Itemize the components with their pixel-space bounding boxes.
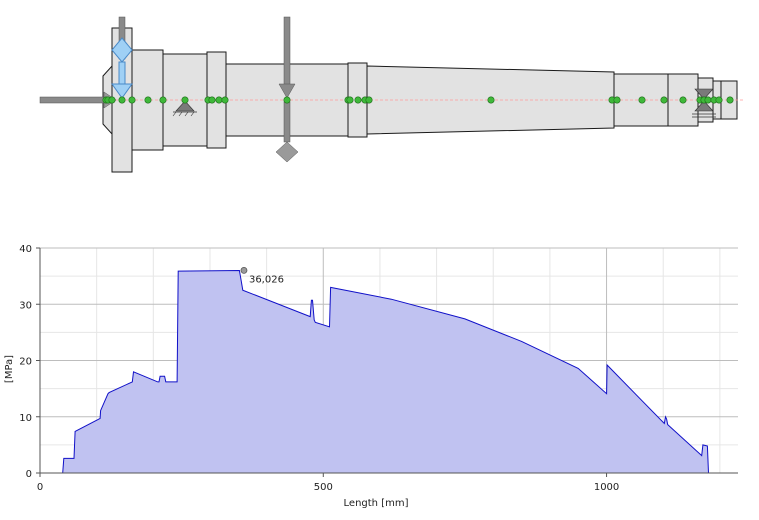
x-axis-label: Length [mm] <box>344 498 409 509</box>
stress-chart: 0 500 1000 0 10 20 30 40 36,026 Length [mm] [MP… <box>4 244 738 509</box>
shaft-node <box>208 96 216 104</box>
shaft-node <box>144 96 152 104</box>
shaft-node <box>638 96 646 104</box>
y-tick-label: 40 <box>19 244 32 255</box>
shaft-node <box>660 96 668 104</box>
shaft-node <box>704 96 712 104</box>
shaft-node <box>181 96 189 104</box>
shaft-node <box>215 96 223 104</box>
y-tick-label: 10 <box>19 413 32 424</box>
y-tick-label: 0 <box>26 469 32 480</box>
shaft-node <box>365 96 373 104</box>
shaft-node <box>726 96 734 104</box>
y-tick-label: 20 <box>19 357 32 368</box>
x-tick-label: 500 <box>314 482 333 493</box>
shaft-node <box>159 96 167 104</box>
stress-area-fill <box>62 270 709 473</box>
shaft-node <box>108 96 116 104</box>
x-tick-label: 1000 <box>594 482 619 493</box>
shaft-model-view[interactable] <box>0 0 759 200</box>
shaft-node <box>221 96 229 104</box>
shaft-node <box>613 96 621 104</box>
y-axis-label: [MPa] <box>4 355 15 383</box>
max-point-dot <box>240 266 248 274</box>
shaft-node <box>487 96 495 104</box>
max-point-label: 36,026 <box>249 274 284 285</box>
shaft-node <box>128 96 136 104</box>
shaft-node <box>118 96 126 104</box>
shaft-node <box>354 96 362 104</box>
shaft-node <box>715 96 723 104</box>
shaft-node <box>346 96 354 104</box>
shaft-node <box>679 96 687 104</box>
shaft-node <box>283 96 291 104</box>
y-tick-label: 30 <box>19 300 32 311</box>
x-tick-label: 0 <box>37 482 43 493</box>
